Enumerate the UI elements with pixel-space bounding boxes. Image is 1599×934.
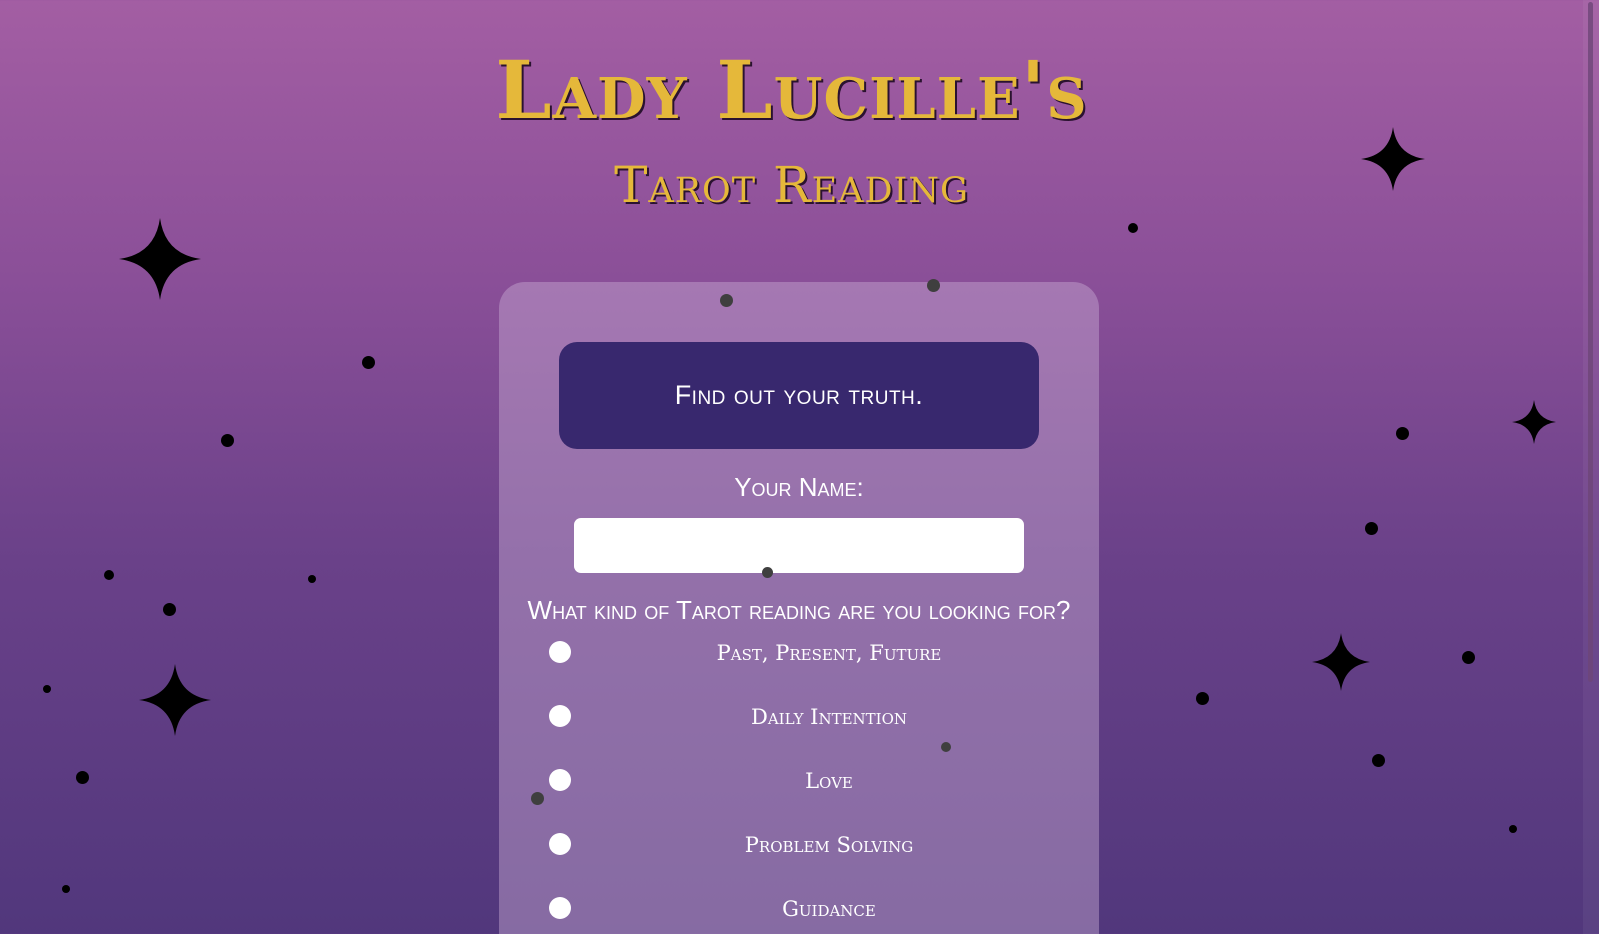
- option-label: Past, Present, Future: [716, 641, 942, 665]
- star-dot: [62, 885, 70, 893]
- sparkle-star-icon: [139, 664, 211, 736]
- star-dot: [43, 685, 51, 693]
- radio-button[interactable]: [549, 641, 571, 663]
- star-dot: [308, 575, 316, 583]
- page-title: Lady Lucille's: [495, 43, 1088, 137]
- sparkle-star-icon: [1512, 400, 1556, 444]
- reading-type-question: What kind of Tarot reading are you looki…: [527, 595, 1071, 625]
- star-dot: [720, 294, 733, 307]
- star-dot: [362, 356, 375, 369]
- star-dot: [927, 279, 940, 292]
- option-label: Guidance: [782, 897, 876, 921]
- reading-option-problem-solving[interactable]: Problem Solving: [549, 831, 1069, 859]
- name-input[interactable]: [574, 518, 1024, 573]
- radio-button[interactable]: [549, 705, 571, 727]
- sparkle-star-icon: [119, 218, 201, 300]
- radio-button[interactable]: [549, 897, 571, 919]
- star-dot: [1372, 754, 1385, 767]
- scrollbar-thumb[interactable]: [1588, 2, 1593, 682]
- star-dot: [1462, 651, 1475, 664]
- option-label: Love: [805, 769, 853, 793]
- star-dot: [163, 603, 176, 616]
- reading-form-card: Find out your truth. Your Name: What kin…: [499, 282, 1099, 934]
- reading-option-past-present-future[interactable]: Past, Present, Future: [549, 639, 1069, 667]
- star-dot: [1509, 825, 1517, 833]
- star-dot: [1196, 692, 1209, 705]
- radio-button[interactable]: [549, 769, 571, 791]
- star-dot: [941, 742, 951, 752]
- star-dot: [1396, 427, 1409, 440]
- star-dot: [221, 434, 234, 447]
- page-subtitle: Tarot Reading: [614, 156, 969, 214]
- option-label: Problem Solving: [744, 833, 914, 857]
- tagline-text: Find out your truth.: [674, 380, 924, 410]
- reading-option-daily-intention[interactable]: Daily Intention: [549, 703, 1069, 731]
- tagline-banner: Find out your truth.: [559, 342, 1039, 449]
- sparkle-star-icon: [1361, 127, 1425, 191]
- star-dot: [1365, 522, 1378, 535]
- star-dot: [76, 771, 89, 784]
- star-dot: [762, 567, 773, 578]
- vertical-scrollbar[interactable]: [1583, 0, 1599, 934]
- star-dot: [1128, 223, 1138, 233]
- star-dot: [104, 570, 114, 580]
- star-dot: [531, 792, 544, 805]
- radio-button[interactable]: [549, 833, 571, 855]
- option-label: Daily Intention: [750, 705, 908, 729]
- sparkle-star-icon: [1312, 633, 1370, 691]
- reading-option-guidance[interactable]: Guidance: [549, 895, 1069, 923]
- reading-option-love[interactable]: Love: [549, 767, 1069, 795]
- name-label: Your Name:: [734, 472, 864, 502]
